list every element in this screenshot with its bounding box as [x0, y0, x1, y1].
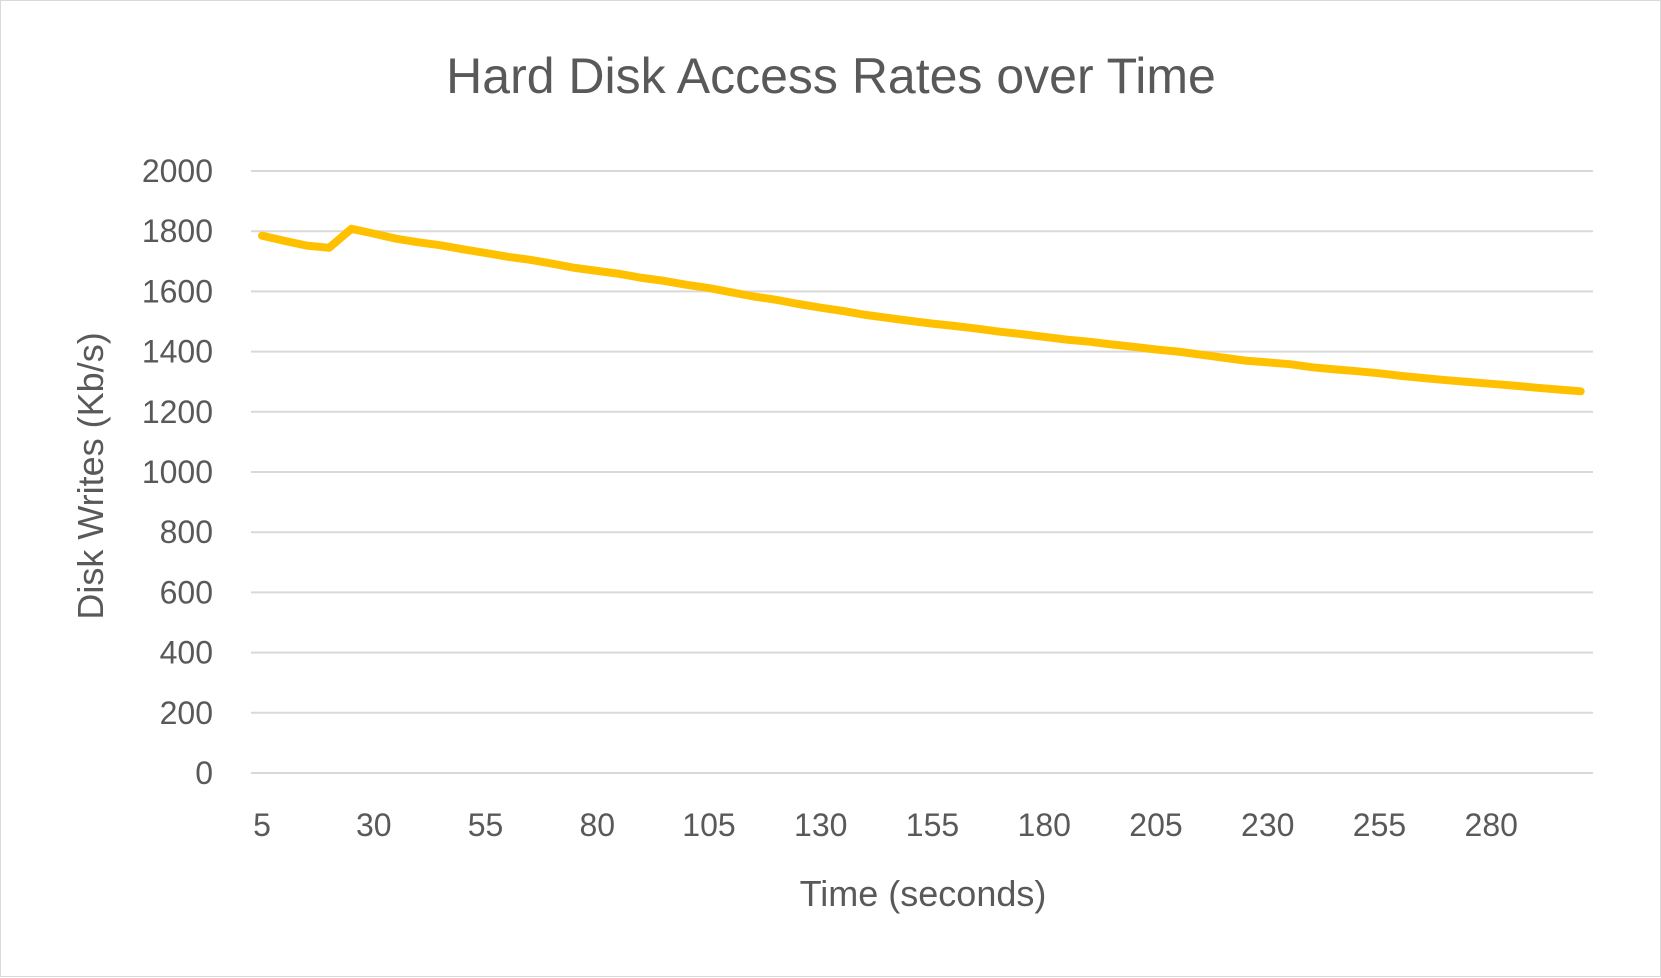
y-tick-label: 200 [160, 695, 213, 731]
chart-title: Hard Disk Access Rates over Time [446, 48, 1216, 104]
x-tick-label: 180 [1018, 807, 1071, 843]
x-tick-label: 230 [1241, 807, 1294, 843]
x-tick-label: 205 [1129, 807, 1182, 843]
chart-frame: Hard Disk Access Rates over Time 0 200 400… [0, 0, 1661, 977]
x-tick-label: 30 [356, 807, 392, 843]
x-tick-label: 280 [1465, 807, 1518, 843]
y-tick-label: 1800 [142, 213, 213, 249]
x-axis-title: Time (seconds) [800, 873, 1047, 914]
y-tick-label: 800 [160, 514, 213, 550]
x-tick-label: 155 [906, 807, 959, 843]
y-tick-label: 1400 [142, 334, 213, 370]
y-tick-label: 0 [195, 755, 213, 791]
y-axis-title: Disk Writes (Kb/s) [70, 332, 111, 619]
x-axis-tick-labels: 5 30 55 80 105 130 155 180 205 230 255 280 [253, 807, 1518, 843]
gridlines [251, 170, 1593, 774]
y-tick-label: 2000 [142, 153, 213, 189]
x-tick-label: 55 [468, 807, 504, 843]
line-chart: Hard Disk Access Rates over Time 0 200 400… [70, 48, 1593, 914]
y-tick-label: 1000 [142, 454, 213, 490]
x-tick-label: 80 [579, 807, 615, 843]
x-tick-label: 130 [794, 807, 847, 843]
y-tick-label: 600 [160, 574, 213, 610]
y-tick-label: 400 [160, 635, 213, 671]
disk-writes-series-line [258, 224, 1585, 396]
y-tick-label: 1600 [142, 273, 213, 309]
x-tick-label: 5 [253, 807, 271, 843]
x-tick-label: 255 [1353, 807, 1406, 843]
x-tick-label: 105 [682, 807, 735, 843]
y-axis-tick-labels: 0 200 400 600 800 1000 1200 1400 1600 1800 2000 [142, 153, 213, 791]
y-tick-label: 1200 [142, 394, 213, 430]
